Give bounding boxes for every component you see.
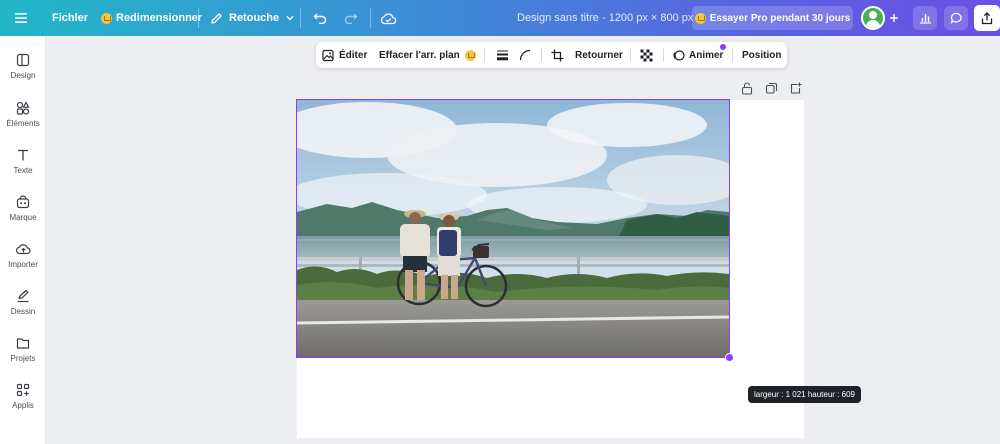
sidebar-item-text[interactable]: Texte [0,146,46,190]
hamburger-icon [15,13,27,23]
shapes-icon [16,101,30,115]
redo-icon [344,13,358,24]
animate-icon [673,49,685,61]
divider [663,48,664,62]
divider [630,48,631,62]
undo-button[interactable] [313,0,327,36]
folder-icon [16,338,30,349]
chevron-down-icon [286,16,294,21]
file-menu-label: Fichler [52,12,89,24]
crown-icon [464,49,476,61]
pencil-icon [211,12,222,24]
document-title[interactable]: Design sans titre - 1200 px × 800 px [517,0,693,36]
add-page-button[interactable] [789,82,802,96]
plus-icon [890,14,898,22]
try-pro-button[interactable]: Essayer Pro pendant 30 jours [692,6,853,30]
corner-radius-icon [519,49,531,61]
sidebar-item-label: Design [10,71,36,80]
redo-button[interactable] [344,0,358,36]
sidebar-item-upload[interactable]: Importer [0,240,46,284]
pen-icon [17,289,29,303]
crop-button[interactable] [551,42,564,68]
divider [541,48,542,62]
menu-button[interactable] [14,0,28,36]
animate-button[interactable]: Animer [672,42,723,68]
add-collaborator-button[interactable] [889,0,899,36]
add-page-icon [790,82,802,94]
cloud-upload-icon [15,244,31,255]
resize-dimensions-tooltip: largeur : 1 021 hauteur : 609 [748,386,861,403]
copy-icon [765,82,778,94]
new-feature-dot [720,44,726,50]
sidebar-item-label: Applis [12,401,34,410]
sidebar-item-brand[interactable]: Marque [0,193,46,237]
remove-background-button[interactable]: Effacer l'arr. plan [379,42,476,68]
border-weight-icon [497,50,508,61]
sidebar: Design Éléments Texte Marque Importer De… [0,36,46,444]
edit-image-button[interactable]: Éditer [322,42,367,68]
retouch-button[interactable]: Retouche [210,0,295,36]
sidebar-item-apps[interactable]: Applis [0,381,46,425]
sidebar-item-label: Texte [13,166,33,175]
sidebar-item-label: Marque [9,213,37,222]
comments-button[interactable] [944,6,968,30]
position-label: Position [742,49,782,61]
file-menu[interactable]: Fichler [52,0,88,36]
comment-icon [949,12,962,24]
sidebar-item-elements[interactable]: Éléments [0,99,46,143]
sidebar-item-design[interactable]: Design [0,51,46,95]
sidebar-item-projects[interactable]: Projets [0,334,46,378]
try-pro-label: Essayer Pro pendant 30 jours [709,12,851,24]
position-button[interactable]: Position [742,42,781,68]
flip-button[interactable]: Retourner [575,42,623,68]
resize-button[interactable]: Redimensionner [101,0,202,36]
divider [732,48,733,62]
apps-icon [16,383,30,397]
crown-icon [101,12,112,24]
corner-rounding-button[interactable] [519,42,532,68]
share-button[interactable] [974,5,1000,31]
brand-icon [16,195,30,209]
duplicate-page-button[interactable] [765,82,778,96]
remove-background-label: Effacer l'arr. plan [379,49,460,61]
lock-page-button[interactable] [741,82,753,96]
selected-photo[interactable] [296,99,730,358]
share-icon [981,11,993,24]
top-bar: Fichler Redimensionner Retouche Design s… [0,0,1000,36]
lock-icon [741,82,753,95]
border-style-button[interactable] [496,42,509,68]
flip-label: Retourner [575,49,623,61]
retouch-label: Retouche [229,12,280,24]
animate-label: Animer [689,49,724,61]
sidebar-item-draw[interactable]: Dessin [0,287,46,331]
bar-chart-icon [919,14,931,24]
insights-button[interactable] [913,6,937,30]
transparency-button[interactable] [640,42,653,68]
crown-icon [694,12,706,24]
context-toolbar: Éditer Effacer l'arr. plan Retourner Ani… [316,42,787,68]
divider [198,8,199,28]
undo-icon [313,13,327,24]
landscape-photo [297,100,729,357]
transparency-icon [640,49,653,61]
sidebar-item-label: Importer [8,260,38,269]
avatar[interactable] [861,6,885,30]
divider [370,8,371,28]
resize-handle[interactable] [725,353,734,362]
divider [300,8,301,28]
sidebar-item-label: Dessin [10,307,36,316]
divider [484,48,485,62]
sidebar-item-label: Projets [10,354,36,363]
crop-icon [551,49,564,61]
image-edit-icon [322,49,334,61]
cloud-save-status[interactable] [380,0,397,36]
edit-label: Éditer [339,49,368,61]
resize-label: Redimensionner [116,12,203,24]
text-icon [18,149,28,161]
sidebar-item-label: Éléments [6,119,40,128]
cloud-check-icon [380,12,397,24]
layout-icon [16,53,30,67]
